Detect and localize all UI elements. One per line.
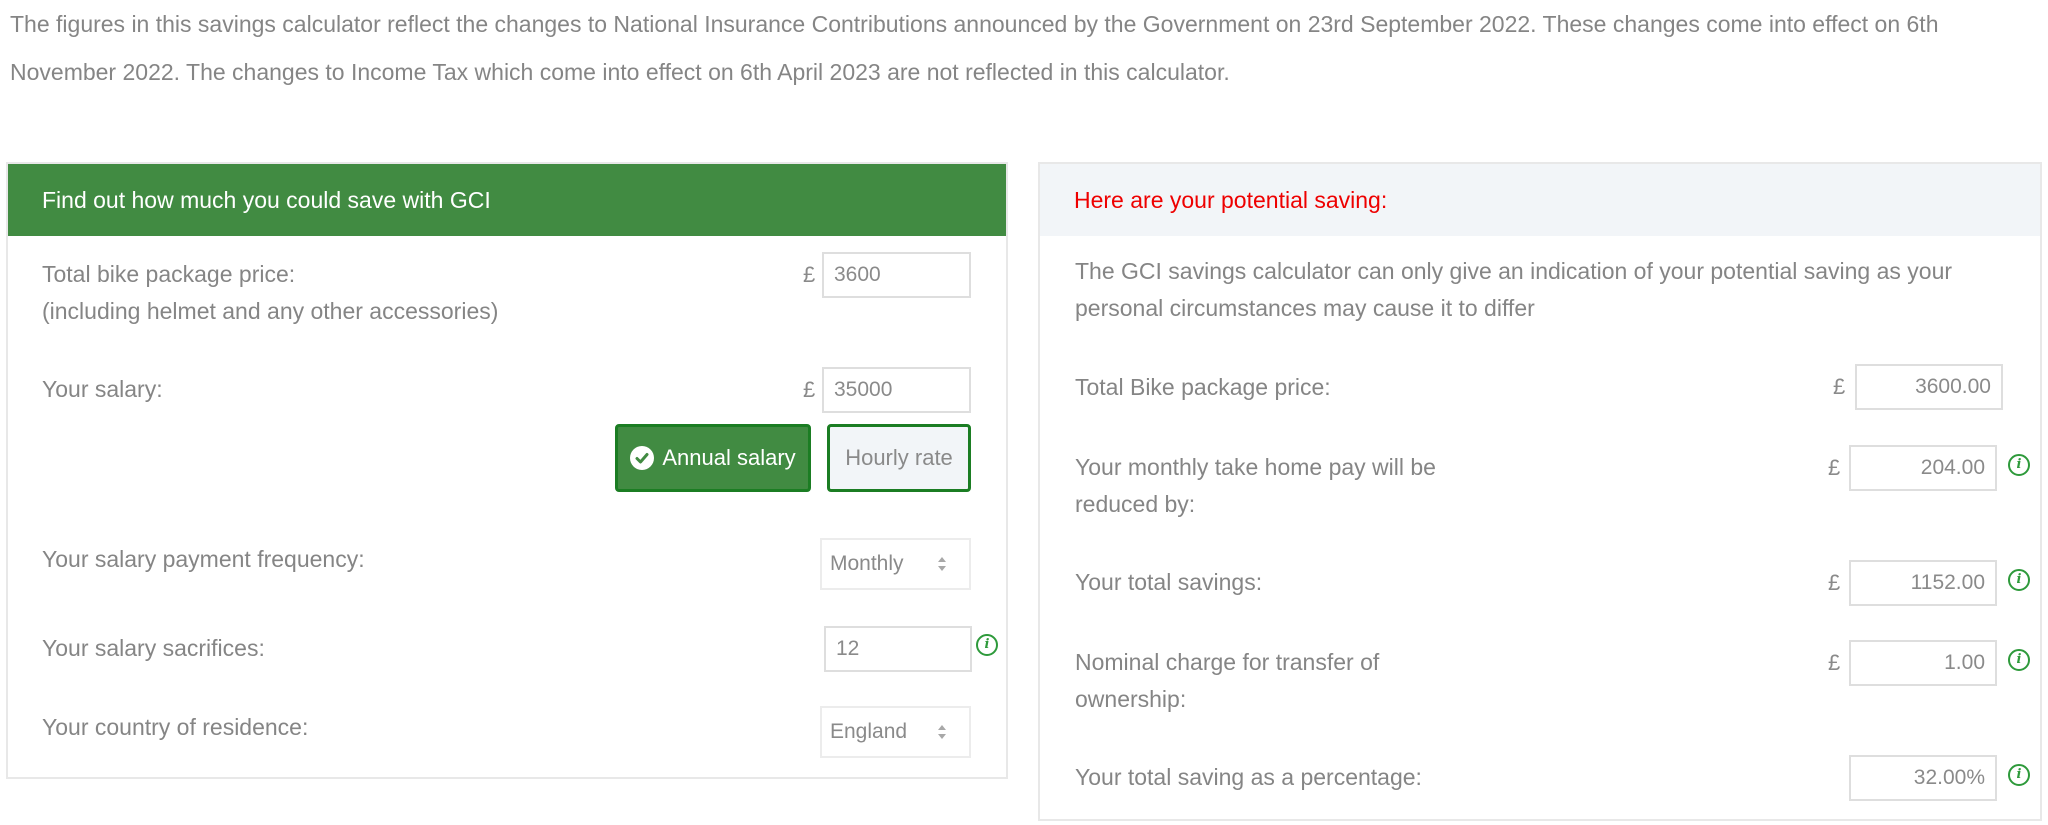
monthly-reduction-label-2: reduced by: <box>1075 491 1196 517</box>
bike-price-currency: £ <box>803 262 816 287</box>
salary-currency: £ <box>803 377 816 402</box>
bike-price-sublabel: (including helmet and any other accessor… <box>42 298 499 324</box>
nic-changes-notice: The figures in this savings calculator r… <box>10 11 1939 85</box>
bike-price-label: Total bike package price: <box>42 261 296 287</box>
saving-percentage-label: Your total saving as a percentage: <box>1075 764 1422 790</box>
monthly-reduction-field: 204.00 <box>1849 445 1997 491</box>
check-circle-icon <box>630 446 655 470</box>
saving-percentage-field: 32.00% <box>1849 755 1997 801</box>
payment-frequency-select[interactable]: Monthly <box>820 538 971 590</box>
country-value: England <box>830 720 908 743</box>
salary-input[interactable]: 35000 <box>822 367 971 413</box>
disclaimer-line-2: personal circumstances may cause it to d… <box>1075 295 1535 321</box>
transfer-charge-label-2: ownership: <box>1075 686 1187 712</box>
total-savings-currency: £ <box>1828 570 1841 595</box>
info-icon[interactable]: i <box>2008 569 2030 591</box>
result-bike-price-currency: £ <box>1833 374 1846 399</box>
salary-sacrifices-label: Your salary sacrifices: <box>42 635 265 661</box>
info-icon[interactable]: i <box>2008 454 2030 476</box>
payment-frequency-label: Your salary payment frequency: <box>42 546 365 572</box>
annual-salary-button[interactable]: Annual salary <box>615 424 811 492</box>
results-header: Here are your potential saving: <box>1040 164 2040 236</box>
transfer-charge-label-1: Nominal charge for transfer of <box>1075 649 1380 675</box>
total-savings-label: Your total savings: <box>1075 569 1263 595</box>
hourly-rate-label: Hourly rate <box>845 445 953 470</box>
annual-salary-label: Annual salary <box>662 445 796 470</box>
select-arrows-icon <box>938 557 946 571</box>
payment-frequency-value: Monthly <box>830 552 904 575</box>
bike-price-input[interactable]: 3600 <box>822 252 971 298</box>
result-bike-price-field: 3600.00 <box>1855 364 2003 410</box>
result-bike-price-label: Total Bike package price: <box>1075 374 1331 400</box>
salary-label: Your salary: <box>42 376 163 402</box>
country-select[interactable]: England <box>820 706 971 758</box>
disclaimer-line-1: The GCI savings calculator can only give… <box>1075 258 1953 284</box>
transfer-charge-field: 1.00 <box>1849 640 1997 686</box>
info-icon[interactable]: i <box>2008 764 2030 786</box>
calculator-header: Find out how much you could save with GC… <box>8 164 1006 236</box>
monthly-reduction-label-1: Your monthly take home pay will be <box>1075 454 1436 480</box>
hourly-rate-button[interactable]: Hourly rate <box>827 424 971 492</box>
country-label: Your country of residence: <box>42 714 309 740</box>
total-savings-field: 1152.00 <box>1849 560 1997 606</box>
transfer-charge-currency: £ <box>1828 650 1841 675</box>
select-arrows-icon <box>938 725 946 739</box>
info-icon[interactable]: i <box>2008 649 2030 671</box>
info-icon[interactable]: i <box>976 634 998 656</box>
monthly-reduction-currency: £ <box>1828 455 1841 480</box>
salary-sacrifices-input[interactable]: 12 <box>824 626 972 672</box>
